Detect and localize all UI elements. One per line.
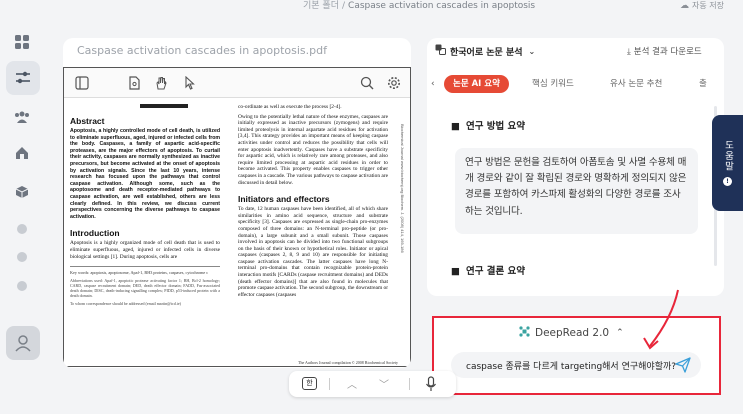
section-conclusion-label: 연구 결론 요약	[465, 266, 526, 277]
tab-keywords[interactable]: 핵심 키워드	[532, 75, 574, 93]
pdf-viewer[interactable]: Abstract Apoptosis, a highly controlled …	[63, 67, 411, 367]
mic-icon[interactable]	[425, 376, 437, 392]
side-metadata: Biochemical Journal www.biochemj.org Bio…	[400, 124, 405, 253]
file-icon[interactable]	[126, 75, 142, 91]
autosave-status: ☁ 자동 저장	[680, 0, 724, 12]
help-label: 도움말	[722, 139, 734, 172]
analysis-header-label: 한국어로 논문 분석	[450, 47, 523, 58]
sliders-icon[interactable]	[6, 61, 40, 95]
autosave-label: 자동 저장	[692, 1, 724, 10]
tab-more[interactable]: 출	[699, 75, 707, 93]
question-input[interactable]	[466, 356, 680, 374]
tab-ai-summary[interactable]: 논문 AI 요약	[444, 75, 509, 93]
right-paragraph-1: Owing to the potentially lethal nature o…	[238, 113, 388, 186]
pdf-filename: Caspase activation cascades in apoptosis…	[77, 44, 327, 57]
gear-icon[interactable]	[386, 75, 402, 91]
pdf-panel: Caspase activation cascades in apoptosis…	[63, 38, 411, 368]
download-label: 분석 결과 다운로드	[633, 47, 702, 57]
bullet: ■	[451, 121, 460, 132]
download-icon: ⤓	[627, 47, 631, 57]
tabs-prev-icon[interactable]: ‹	[431, 79, 435, 89]
pdf-toolbar	[64, 68, 410, 98]
intro-text: Apoptosis is a highly organized mode of …	[70, 240, 220, 260]
abstract-text: Apoptosis, a highly controlled mode of c…	[70, 128, 220, 220]
pdf-left-column: Abstract Apoptosis, a highly controlled …	[70, 104, 220, 309]
cloud-check-icon: ☁	[680, 1, 689, 11]
chevron-down-icon: ⌄	[528, 46, 536, 56]
tab-similar-papers[interactable]: 유사 논문 추천	[610, 75, 662, 93]
pdf-right-column: co-ordinate as well as execute the proce…	[238, 104, 388, 301]
download-button[interactable]: ⤓ 분석 결과 다운로드	[627, 45, 702, 57]
initiators-heading: Initiators and effectors	[238, 194, 330, 205]
users-icon[interactable]	[11, 106, 33, 128]
grid-icon[interactable]	[11, 31, 33, 53]
divider	[329, 378, 330, 390]
keyboard-icon[interactable]: 한	[302, 377, 317, 390]
breadcrumb-separator: /	[341, 1, 346, 11]
breadcrumb: 기본 폴더 / Caspase activation cascades in apo…	[303, 0, 535, 12]
left-sidebar	[0, 22, 46, 414]
analysis-panel: 한국어로 논문 분석 ⌄ ⤓ 분석 결과 다운로드 ‹ 논문 AI 요약 핵심 키…	[427, 38, 724, 296]
language-selector[interactable]: 한국어로 논문 분석 ⌄	[435, 44, 535, 58]
hand-icon[interactable]	[153, 75, 169, 91]
right-paragraph-2: To date, 12 human caspases have been ide…	[238, 206, 388, 298]
breadcrumb-parent[interactable]: 기본 폴더	[303, 1, 339, 11]
help-tab[interactable]: 도움말 !	[712, 115, 743, 211]
breadcrumb-current: Caspase activation cascades in apoptosis	[348, 1, 536, 11]
avatar-icon	[15, 335, 31, 352]
avatar[interactable]	[6, 326, 40, 360]
abbreviations: Abbreviations used: Apaf-1, apoptotic pr…	[70, 278, 220, 299]
search-icon[interactable]	[359, 75, 375, 91]
divider	[409, 378, 410, 390]
deepread-icon	[519, 326, 530, 340]
send-icon[interactable]	[675, 357, 691, 373]
journal-footer: The Authors Journal compilation © 2008 B…	[298, 360, 399, 365]
bullet: ■	[451, 266, 460, 277]
section-method-title: ■ 연구 방법 요약	[451, 118, 525, 132]
keywords: Key words: apoptosis, apoptosome, Apaf-1…	[70, 270, 209, 276]
intro-heading: Introduction	[70, 228, 120, 239]
right-intro: co-ordinate as well as execute the proce…	[238, 104, 342, 110]
pdf-page: Abstract Apoptosis, a highly controlled …	[68, 104, 408, 366]
question-icon[interactable]	[17, 252, 27, 262]
annotation-arrow	[643, 289, 679, 350]
section-conclusion-title: ■ 연구 결론 요약	[451, 263, 525, 277]
correspondence: To whom correspondence should be address…	[70, 301, 181, 307]
chevron-up-icon[interactable]: ︿	[347, 376, 357, 391]
keyboard-toolbar: 한 ︿ ﹀	[289, 371, 456, 397]
sidebar-toggle-icon[interactable]	[74, 75, 90, 91]
cube-icon[interactable]	[11, 181, 33, 203]
section-method-label: 연구 방법 요약	[465, 121, 526, 132]
deepread-title: DeepRead 2.0	[535, 327, 610, 339]
pointer-icon[interactable]	[182, 75, 198, 91]
dot-icon[interactable]	[17, 281, 27, 291]
top-bar: 기본 폴더 / Caspase activation cascades in apo…	[0, 0, 743, 22]
home-icon[interactable]	[11, 142, 33, 164]
method-summary: 연구 방법은 문헌을 검토하여 아폽토솜 및 사멸 수용체 매개 경로와 같이 …	[455, 148, 698, 234]
analysis-tabs: ‹ 논문 AI 요약 핵심 키워드 유사 논문 추천 출	[427, 71, 724, 97]
help-icon: !	[723, 177, 732, 187]
abstract-heading: Abstract	[70, 116, 105, 126]
translate-icon	[435, 44, 446, 58]
bulb-icon[interactable]	[17, 224, 27, 234]
chevron-down-icon[interactable]: ﹀	[379, 376, 389, 391]
